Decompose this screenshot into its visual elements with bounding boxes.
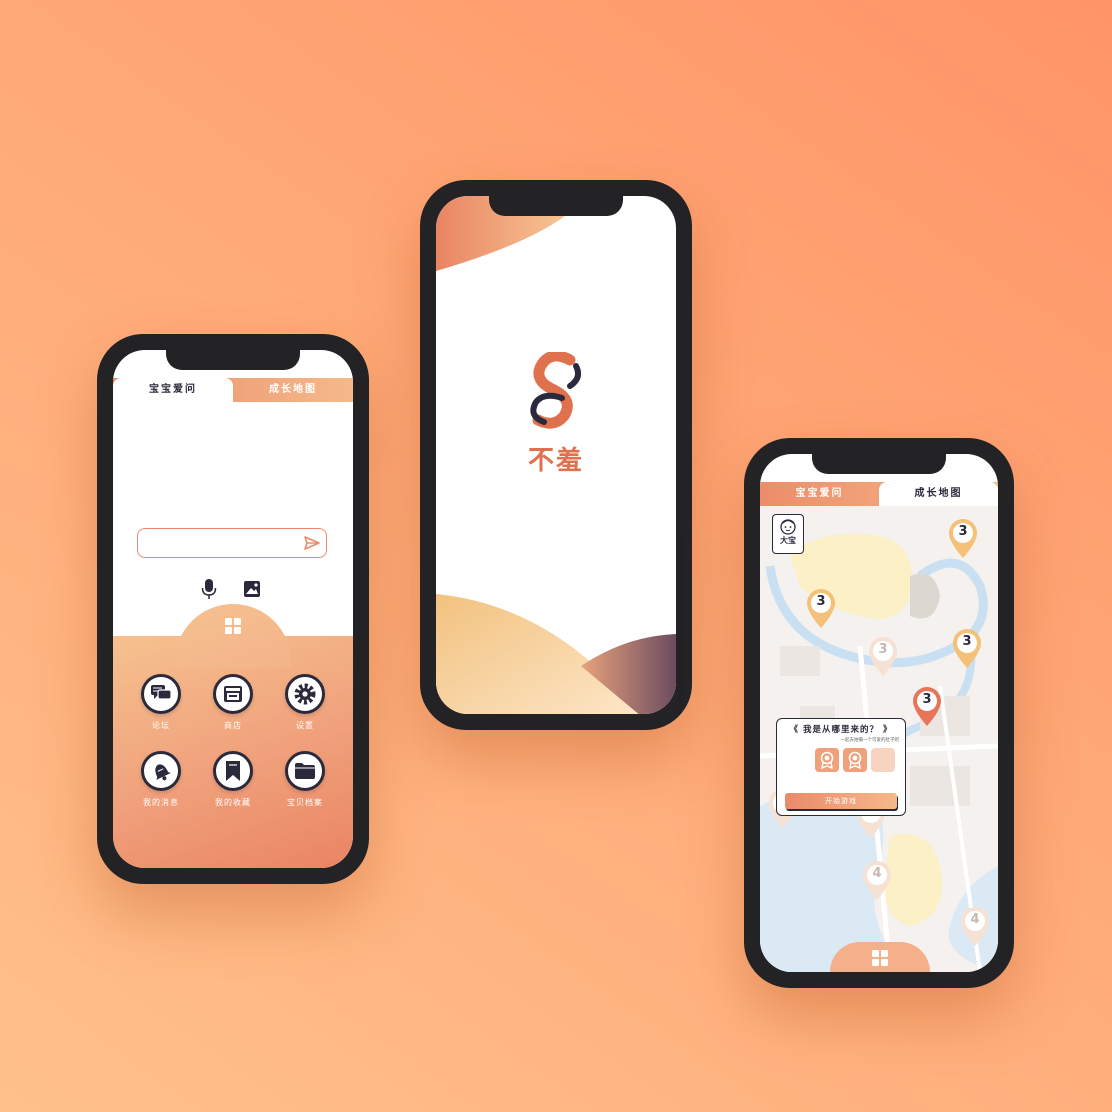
status-time: 9:41: [774, 461, 797, 472]
level-number: 3: [878, 642, 888, 657]
gear-icon[interactable]: [285, 674, 325, 714]
start-game-button[interactable]: 开始游戏: [785, 793, 897, 809]
level-pin[interactable]: 4: [860, 858, 894, 902]
app-logo-text: 不羞: [527, 446, 584, 476]
map-screen: 9:41 宝宝爱问 成长地图 大宝 3 3 3 3 3 4 4 《 我是从哪里来…: [760, 454, 998, 972]
menu-item-forum[interactable]: 论坛: [125, 674, 197, 731]
medal-icon: [843, 748, 867, 772]
menu-label: 我的收藏: [215, 798, 251, 807]
level-number: 3: [922, 692, 932, 707]
level-number: 3: [962, 634, 972, 649]
tab-baby-questions[interactable]: 宝宝爱问: [760, 482, 879, 506]
splash-screen: 不羞: [436, 196, 676, 714]
menu-item-shop[interactable]: 商店: [197, 674, 269, 731]
wifi-icon: [311, 359, 321, 367]
notch: [166, 350, 300, 370]
level-pin[interactable]: 3: [804, 586, 838, 630]
status-icons: [940, 463, 986, 471]
badge-row: [815, 748, 899, 772]
grid-icon[interactable]: [225, 618, 241, 634]
child-name: 大宝: [780, 536, 796, 545]
level-pin-current[interactable]: 3: [910, 684, 944, 728]
child-face-icon: [780, 519, 796, 535]
menu-handle[interactable]: [830, 942, 930, 972]
grid-icon[interactable]: [872, 950, 888, 966]
image-icon[interactable]: [243, 580, 261, 598]
notch: [812, 454, 946, 474]
menu-label: 宝贝档案: [287, 798, 323, 807]
status-time: 9:41: [127, 357, 150, 368]
question-input[interactable]: [137, 528, 327, 558]
menu-item-settings[interactable]: 设置: [269, 674, 341, 731]
menu-panel: 论坛 商店 设置 我的消息 我的收藏 宝贝档案: [113, 604, 353, 868]
folder-icon[interactable]: [285, 751, 325, 791]
menu-grid: 论坛 商店 设置 我的消息 我的收藏 宝贝档案: [125, 674, 341, 808]
menu-item-messages[interactable]: 我的消息: [125, 751, 197, 808]
notch: [489, 196, 623, 216]
menu-label: 论坛: [152, 721, 170, 730]
app-logo-icon: [530, 352, 581, 429]
level-pin[interactable]: 3: [866, 634, 900, 678]
phone-splash: 不羞: [420, 180, 692, 730]
level-number: 3: [958, 524, 968, 539]
microphone-icon[interactable]: [201, 578, 217, 600]
phone-map: 9:41 宝宝爱问 成长地图 大宝 3 3 3 3 3 4 4 《 我是从哪里来…: [744, 438, 1014, 988]
level-number: 4: [970, 912, 980, 927]
popup-subtitle: 一起去拍摄一个可爱的肚子吧: [840, 738, 900, 743]
home-screen: 9:41 宝宝爱问 成长地图 论坛 商店 设置 我的消息 我的收藏 宝贝档案: [113, 350, 353, 868]
level-number: 3: [816, 594, 826, 609]
level-pin[interactable]: 3: [946, 516, 980, 560]
status-icons: [295, 359, 341, 367]
growth-map[interactable]: 大宝 3 3 3 3 3 4 4 《 我是从哪里来的？ 》 一起去拍摄一个可爱的…: [760, 506, 998, 972]
child-avatar[interactable]: 大宝: [772, 514, 804, 554]
menu-label: 我的消息: [143, 798, 179, 807]
level-pin[interactable]: 3: [950, 626, 984, 670]
phone-home: 9:41 宝宝爱问 成长地图 论坛 商店 设置 我的消息 我的收藏 宝贝档案: [97, 334, 369, 884]
level-pin[interactable]: 4: [958, 904, 992, 948]
level-number: 4: [872, 866, 882, 881]
chat-bubbles-icon[interactable]: [141, 674, 181, 714]
tab-bar: 宝宝爱问 成长地图: [760, 482, 998, 506]
menu-item-favorites[interactable]: 我的收藏: [197, 751, 269, 808]
tab-baby-questions[interactable]: 宝宝爱问: [113, 378, 233, 402]
menu-item-baby-profile[interactable]: 宝贝档案: [269, 751, 341, 808]
shop-icon[interactable]: [213, 674, 253, 714]
send-icon[interactable]: [304, 535, 320, 551]
bell-icon[interactable]: [141, 751, 181, 791]
menu-label: 商店: [224, 721, 242, 730]
wifi-icon: [956, 463, 966, 471]
empty-badge-slot: [871, 748, 895, 772]
battery-icon: [325, 359, 341, 367]
battery-icon: [970, 463, 986, 471]
level-popup: 《 我是从哪里来的？ 》 一起去拍摄一个可爱的肚子吧 开始游戏: [776, 718, 906, 816]
tab-growth-map[interactable]: 成长地图: [233, 378, 353, 402]
menu-handle[interactable]: [175, 604, 291, 668]
menu-label: 设置: [296, 721, 314, 730]
popup-title: 《 我是从哪里来的？ 》: [789, 725, 893, 735]
tab-growth-map[interactable]: 成长地图: [879, 482, 998, 506]
bookmark-icon[interactable]: [213, 751, 253, 791]
tab-bar: 宝宝爱问 成长地图: [113, 378, 353, 402]
medal-icon: [815, 748, 839, 772]
